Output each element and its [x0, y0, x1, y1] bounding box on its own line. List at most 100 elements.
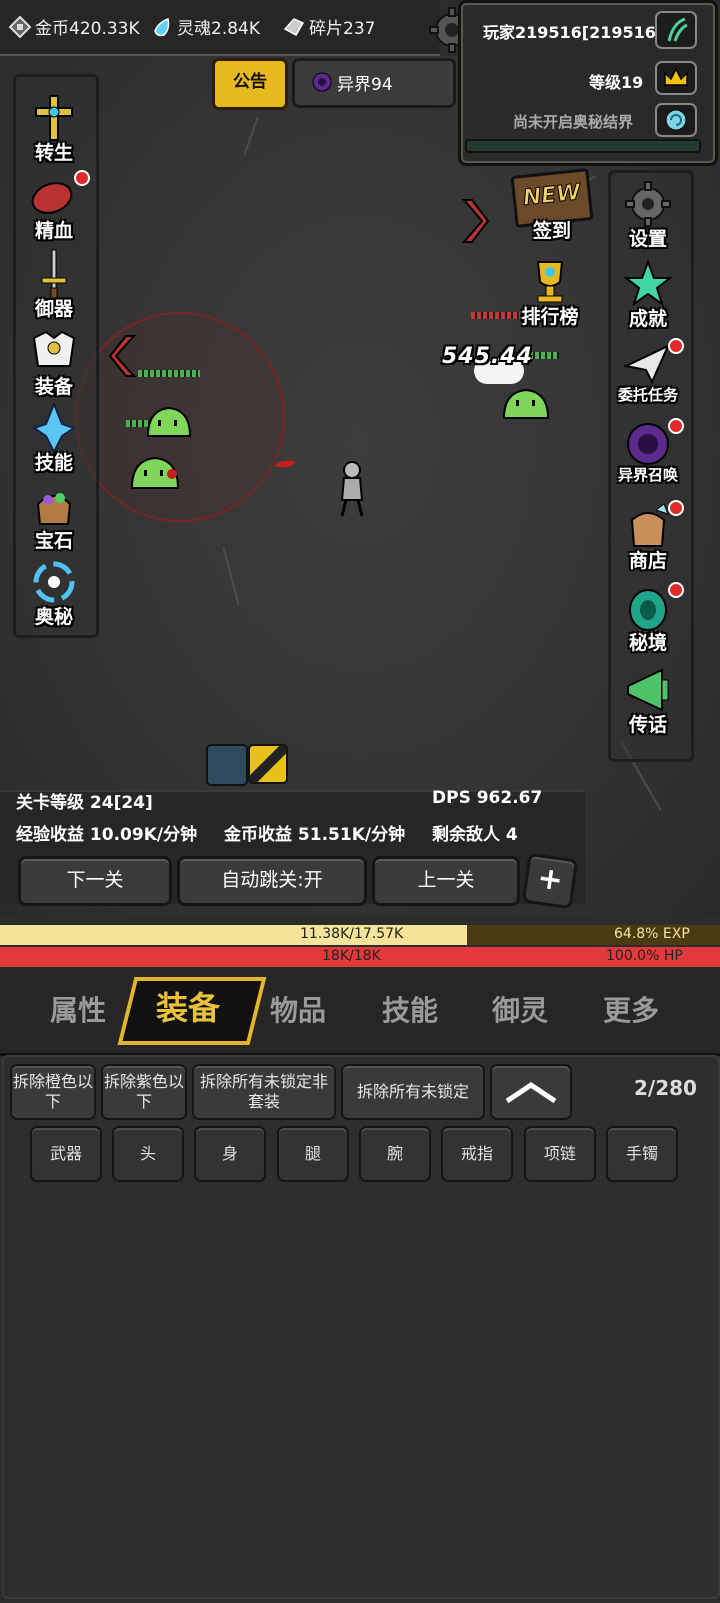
- tab-equipment[interactable]: 装备: [156, 983, 220, 1029]
- gold-rate: 金币收益 51.51K/分钟: [224, 825, 406, 845]
- soul-icon: [154, 17, 170, 36]
- menu-equipment[interactable]: 装备: [14, 326, 94, 399]
- notification-dot: [668, 582, 684, 598]
- shop-bag-icon: [630, 503, 669, 547]
- damage-number: 545.44: [442, 344, 533, 369]
- arcane-progress-bar: [465, 139, 701, 153]
- left-arrow-icon[interactable]: [108, 334, 138, 378]
- tab-skills[interactable]: 技能: [382, 989, 438, 1029]
- filter-ring[interactable]: 戒指: [441, 1126, 513, 1182]
- dps-value: DPS 962.67: [432, 788, 543, 808]
- tab-items[interactable]: 物品: [270, 989, 326, 1029]
- tab-spirits[interactable]: 御灵: [492, 989, 548, 1029]
- tab-more[interactable]: 更多: [603, 989, 659, 1029]
- menu-ranking[interactable]: 排行榜: [510, 256, 590, 329]
- trophy-icon: [536, 261, 564, 303]
- player-name: 玩家219516[219516]: [483, 23, 664, 42]
- auto-skip-button[interactable]: 自动跳关:开: [177, 856, 367, 906]
- chevron-up-icon: [505, 1081, 557, 1104]
- player-panel: 玩家219516[219516] 等级19 尚未开启奥秘结界: [458, 0, 718, 166]
- sword-icon: [41, 249, 67, 299]
- ice-crystal-icon: [31, 401, 77, 455]
- otherworld-button[interactable]: 异界94: [292, 58, 456, 108]
- paper-plane-icon: [622, 343, 671, 385]
- swirl-icon: [33, 561, 75, 603]
- dismantle-purple-button[interactable]: 拆除紫色以下: [101, 1064, 187, 1120]
- exp-rate: 经验收益 10.09K/分钟: [16, 825, 198, 845]
- ground-crack: [243, 116, 259, 156]
- dismantle-unlocked-nonset-button[interactable]: 拆除所有未锁定非套装: [192, 1064, 336, 1120]
- exp-value: 11.38K/17.57K: [300, 926, 404, 942]
- next-stage-button[interactable]: 下一关: [18, 856, 172, 906]
- filter-legs[interactable]: 腿: [277, 1126, 349, 1182]
- gold-coin-icon: [8, 15, 32, 38]
- menu-broadcast[interactable]: 传话: [608, 664, 688, 737]
- menu-artifact[interactable]: 御器: [14, 248, 94, 321]
- exp-bar: 11.38K/17.57K 64.8% EXP: [0, 925, 720, 945]
- notification-dot: [668, 500, 684, 516]
- notification-dot: [668, 338, 684, 354]
- gold-counter: 金币420.33K: [8, 14, 140, 39]
- stage-level: 关卡等级 24[24]: [16, 793, 153, 813]
- filter-wrist[interactable]: 腕: [359, 1126, 431, 1182]
- player-profile-button[interactable]: [655, 11, 697, 49]
- expand-button[interactable]: +: [521, 852, 579, 910]
- menu-otherworld-summon[interactable]: 异界召唤: [604, 418, 692, 485]
- menu-rebirth[interactable]: 转生: [14, 92, 94, 165]
- filter-bracelet[interactable]: 手镯: [606, 1126, 678, 1182]
- gem-bag-icon: [36, 493, 72, 525]
- menu-commission[interactable]: 委托任务: [604, 338, 692, 405]
- spiral-icon: [665, 109, 687, 131]
- shard-counter: 碎片237: [282, 14, 375, 39]
- hp-value: 18K/18K: [322, 948, 381, 964]
- exp-percent: 64.8% EXP: [614, 926, 690, 942]
- right-arrow-icon[interactable]: [460, 198, 490, 244]
- bottom-tabs: 属性 装备 物品 技能 御灵 更多: [0, 967, 720, 1053]
- menu-settings[interactable]: 设置: [608, 178, 688, 251]
- collapse-button[interactable]: [490, 1064, 572, 1120]
- enemy-health-bar: [138, 370, 200, 377]
- filter-weapon[interactable]: 武器: [30, 1126, 102, 1182]
- menu-shop[interactable]: 商店: [608, 500, 688, 573]
- menu-arcane[interactable]: 奥秘: [14, 556, 94, 629]
- dismantle-all-unlocked-button[interactable]: 拆除所有未锁定: [341, 1064, 485, 1120]
- equipment-count: 2/280: [634, 1076, 697, 1100]
- level-button[interactable]: [655, 61, 697, 95]
- tab-attributes[interactable]: 属性: [50, 989, 106, 1029]
- menu-signin[interactable]: NEW 签到: [510, 168, 594, 243]
- buff-icon[interactable]: [206, 744, 248, 786]
- dismantle-orange-button[interactable]: 拆除橙色以下: [10, 1064, 96, 1120]
- slime-enemy: [130, 456, 180, 489]
- buff-icon[interactable]: [248, 744, 288, 784]
- hp-bar: 18K/18K 100.0% HP: [0, 947, 720, 967]
- shard-icon: [283, 17, 305, 36]
- slime-enemy: [146, 406, 192, 437]
- menu-essence[interactable]: 精血: [14, 170, 94, 243]
- filter-body[interactable]: 身: [194, 1126, 266, 1182]
- megaphone-icon: [627, 668, 669, 712]
- prev-stage-button[interactable]: 上一关: [372, 856, 520, 906]
- vortex-icon: [627, 423, 669, 465]
- notice-button[interactable]: 公告: [212, 58, 288, 110]
- blood-projectile: [274, 460, 296, 468]
- menu-secret-realm[interactable]: 秘境: [608, 582, 688, 655]
- filter-head[interactable]: 头: [112, 1126, 184, 1182]
- meat-icon: [31, 182, 73, 214]
- cross-icon: [35, 95, 73, 141]
- claw-icon: [667, 17, 688, 42]
- filter-necklace[interactable]: 项链: [524, 1126, 596, 1182]
- notification-dot: [74, 170, 90, 186]
- ground-crack: [222, 546, 240, 606]
- arcane-button[interactable]: [655, 103, 697, 137]
- menu-achievement[interactable]: 成就: [608, 258, 688, 331]
- soul-counter: 灵魂2.84K: [150, 14, 260, 39]
- star-icon: [623, 259, 673, 307]
- hp-percent: 100.0% HP: [606, 948, 683, 964]
- arcane-status: 尚未开启奥秘结界: [513, 113, 634, 131]
- resource-bar: 金币420.33K 灵魂2.84K 碎片237: [0, 0, 440, 56]
- menu-skill[interactable]: 技能: [14, 401, 94, 475]
- portal-icon: [629, 589, 667, 631]
- hero-character: [340, 461, 364, 517]
- menu-gem[interactable]: 宝石: [14, 480, 94, 553]
- player-level: 等级19: [589, 73, 644, 92]
